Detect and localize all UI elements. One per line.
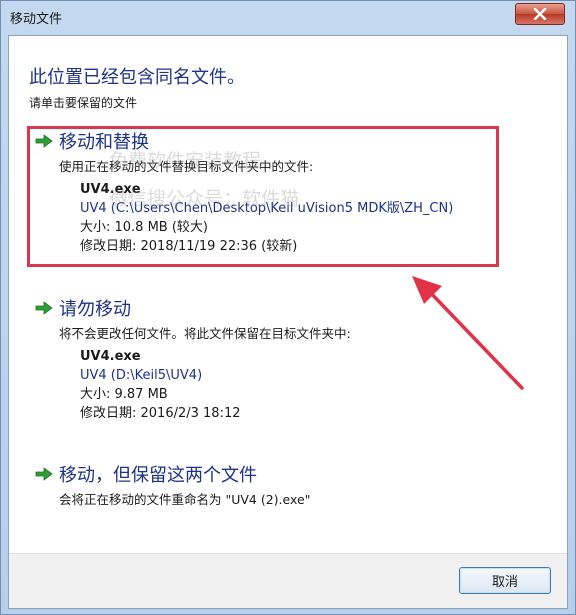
red-annotation-arrow-icon xyxy=(412,276,524,390)
red-highlight-box xyxy=(27,126,499,267)
option-title: 请勿移动 xyxy=(59,299,131,320)
option-description: 将不会更改任何文件。将此文件保留在目标文件夹中: xyxy=(59,326,351,341)
option-description: 会将正在移动的文件重命名为 "UV4 (2).exe" xyxy=(59,492,311,507)
file-name: UV4.exe xyxy=(80,349,141,364)
cancel-button[interactable]: 取消 xyxy=(459,567,551,594)
close-icon xyxy=(533,8,547,20)
file-path: UV4 (D:\Keil5\UV4) xyxy=(80,368,203,383)
file-size: 大小: 9.87 MB xyxy=(80,387,168,402)
green-arrow-icon xyxy=(35,467,53,481)
title-bar[interactable]: 移动文件 xyxy=(1,1,575,35)
dialog-content: 此位置已经包含同名文件。 请单击要保留的文件 移动和替换 使用正在移动的文件替换… xyxy=(8,35,568,609)
option-move-keep-both[interactable]: 移动，但保留这两个文件 会将正在移动的文件重命名为 "UV4 (2).exe" xyxy=(35,461,310,508)
close-button[interactable] xyxy=(515,3,565,25)
option-dont-move[interactable]: 请勿移动 将不会更改任何文件。将此文件保留在目标文件夹中: UV4.exe UV… xyxy=(35,295,351,423)
file-modified: 修改日期: 2016/2/3 18:12 xyxy=(80,406,241,421)
dialog-footer: 取消 xyxy=(9,553,567,608)
option-title: 移动，但保留这两个文件 xyxy=(59,465,257,486)
file-details: UV4.exe UV4 (D:\Keil5\UV4) 大小: 9.87 MB 修… xyxy=(80,347,351,423)
conflict-heading: 此位置已经包含同名文件。 xyxy=(29,67,245,88)
green-arrow-icon xyxy=(35,301,53,315)
move-file-dialog: 移动文件 此位置已经包含同名文件。 请单击要保留的文件 移动和替换 使用正在移动… xyxy=(0,0,576,615)
window-title: 移动文件 xyxy=(10,12,63,27)
conflict-subheading: 请单击要保留的文件 xyxy=(29,96,138,110)
